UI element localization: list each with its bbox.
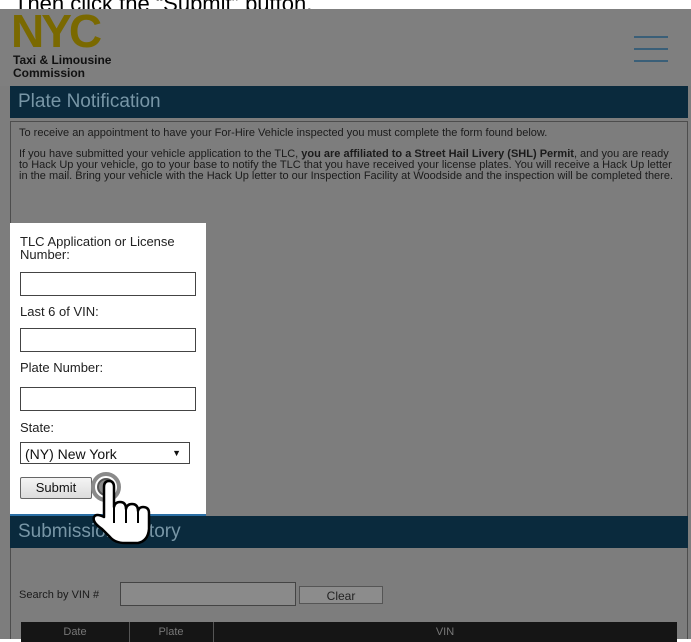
history-panel: Search by VIN # Clear Date Plate VIN	[10, 548, 688, 642]
hamburger-menu-icon[interactable]	[634, 36, 668, 62]
plate-notification-header: Plate Notification	[10, 86, 688, 118]
plate-form: TLC Application or License Number: Last …	[10, 223, 206, 517]
column-header-vin[interactable]: VIN	[213, 626, 677, 638]
page: NYC Taxi & Limousine Commission Plate No…	[0, 5, 691, 642]
state-label: State:	[20, 420, 54, 435]
history-title: Submission History	[18, 521, 181, 542]
state-select-value: (NY) New York	[25, 446, 117, 462]
logo-wordmark: NYC	[11, 5, 102, 57]
column-header-plate[interactable]: Plate	[129, 626, 213, 638]
license-number-input[interactable]	[20, 272, 196, 296]
logo-line-2: Commission	[13, 66, 86, 80]
tlc-logo[interactable]: NYC Taxi & Limousine Commission	[11, 5, 161, 83]
clear-button[interactable]: Clear	[299, 586, 383, 604]
page-title: Plate Notification	[18, 91, 161, 112]
dropdown-arrow-icon: ▼	[172, 448, 181, 458]
intro-details: If you have submitted your vehicle appli…	[19, 148, 674, 182]
history-table-header: Date Plate VIN	[21, 622, 677, 642]
plate-number-input[interactable]	[20, 387, 196, 411]
intro-text: To receive an appointment to have your F…	[19, 127, 548, 139]
state-select[interactable]: (NY) New York ▼	[20, 442, 190, 464]
vin-search-input[interactable]	[120, 582, 296, 606]
submit-button[interactable]: Submit	[20, 477, 92, 499]
license-label: TLC Application or License Number:	[20, 234, 175, 262]
vin-search-label: Search by VIN #	[19, 589, 100, 601]
column-header-date[interactable]: Date	[21, 626, 129, 638]
vin-label: Last 6 of VIN:	[20, 304, 99, 319]
plate-label: Plate Number:	[20, 360, 104, 375]
logo-subtitle: Taxi & Limousine Commission	[13, 54, 111, 80]
vin-input[interactable]	[20, 328, 196, 352]
site-header: NYC Taxi & Limousine Commission	[0, 5, 691, 86]
submission-history-header: Submission History	[10, 516, 688, 548]
